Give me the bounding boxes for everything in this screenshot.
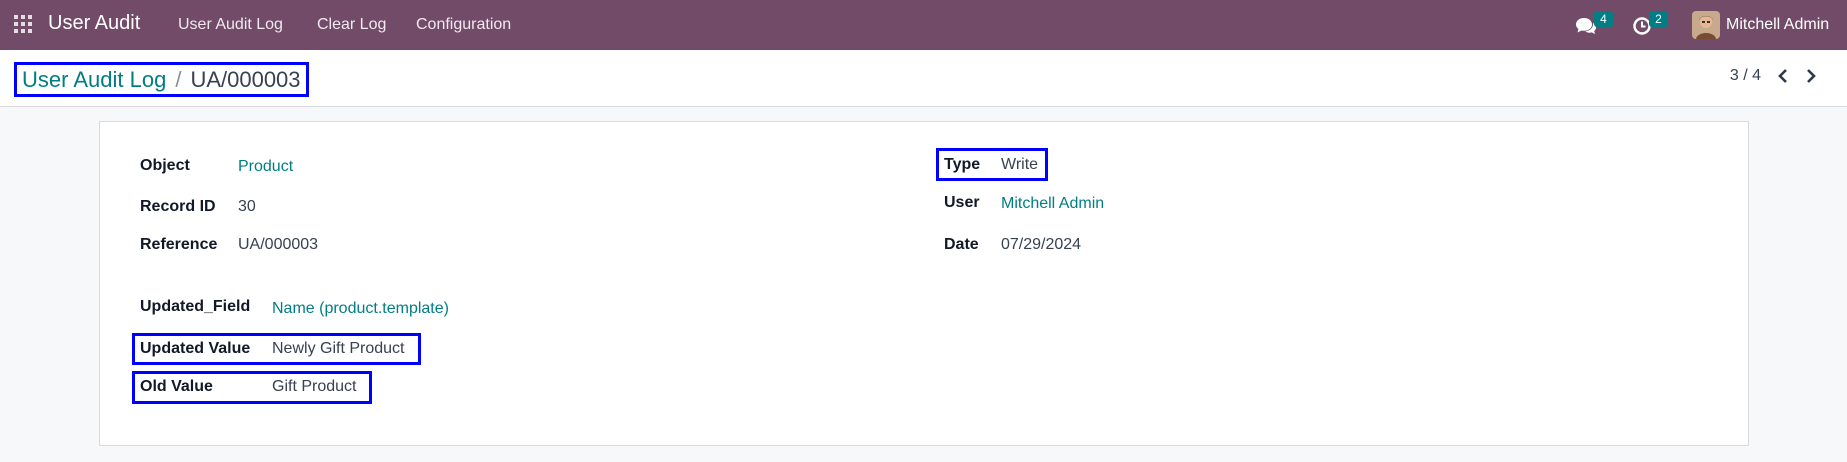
menu-clear-log[interactable]: Clear Log bbox=[317, 16, 386, 34]
messages-count-badge: 4 bbox=[1594, 11, 1613, 27]
old-value-label: Old Value bbox=[140, 378, 213, 395]
user-name: Mitchell Admin bbox=[1726, 16, 1830, 33]
user-value[interactable]: Mitchell Admin bbox=[1001, 195, 1104, 213]
updated-value-label: Updated Value bbox=[140, 340, 251, 357]
chevron-left-icon[interactable] bbox=[1775, 68, 1791, 84]
control-panel: User Audit Log / UA/000003 bbox=[0, 50, 1847, 107]
object-label: Object bbox=[140, 157, 190, 174]
reference-label: Reference bbox=[140, 236, 218, 253]
object-value[interactable]: Product bbox=[238, 158, 293, 176]
updated-field-value[interactable]: Name (product.template) bbox=[272, 300, 449, 318]
activities-count-badge: 2 bbox=[1649, 11, 1668, 27]
type-label: Type bbox=[944, 156, 981, 173]
pager: 3 / 4 bbox=[1730, 67, 1819, 85]
breadcrumb: User Audit Log / UA/000003 bbox=[14, 62, 309, 97]
updated-value-value: Newly Gift Product bbox=[272, 340, 405, 357]
breadcrumb-separator: / bbox=[175, 66, 182, 92]
user-label: User bbox=[944, 194, 980, 211]
menu-user-audit-log[interactable]: User Audit Log bbox=[178, 16, 283, 34]
record-id-value: 30 bbox=[238, 198, 256, 215]
top-navbar: User Audit User Audit Log Clear Log Conf… bbox=[0, 0, 1847, 50]
form-sheet: Object Product Record ID 30 Reference UA… bbox=[99, 121, 1749, 446]
breadcrumb-parent-link[interactable]: User Audit Log bbox=[22, 67, 166, 93]
activities-systray[interactable]: 2 bbox=[1630, 10, 1670, 40]
pager-value[interactable]: 3 / 4 bbox=[1730, 67, 1761, 85]
type-value: Write bbox=[1001, 156, 1039, 173]
record-id-label: Record ID bbox=[140, 198, 216, 215]
date-value: 07/29/2024 bbox=[1001, 236, 1082, 253]
breadcrumb-current: UA/000003 bbox=[190, 66, 301, 92]
avatar bbox=[1692, 11, 1720, 39]
user-menu[interactable]: Mitchell Admin bbox=[1692, 10, 1829, 40]
app-brand[interactable]: User Audit bbox=[48, 12, 140, 35]
apps-grid-icon[interactable] bbox=[14, 15, 32, 33]
date-label: Date bbox=[944, 236, 979, 253]
messages-systray[interactable]: 4 bbox=[1575, 10, 1615, 40]
updated-field-label: Updated_Field bbox=[140, 298, 251, 315]
reference-value: UA/000003 bbox=[238, 236, 319, 253]
chevron-right-icon[interactable] bbox=[1803, 68, 1819, 84]
menu-configuration[interactable]: Configuration bbox=[416, 16, 511, 34]
old-value-value: Gift Product bbox=[272, 378, 357, 395]
